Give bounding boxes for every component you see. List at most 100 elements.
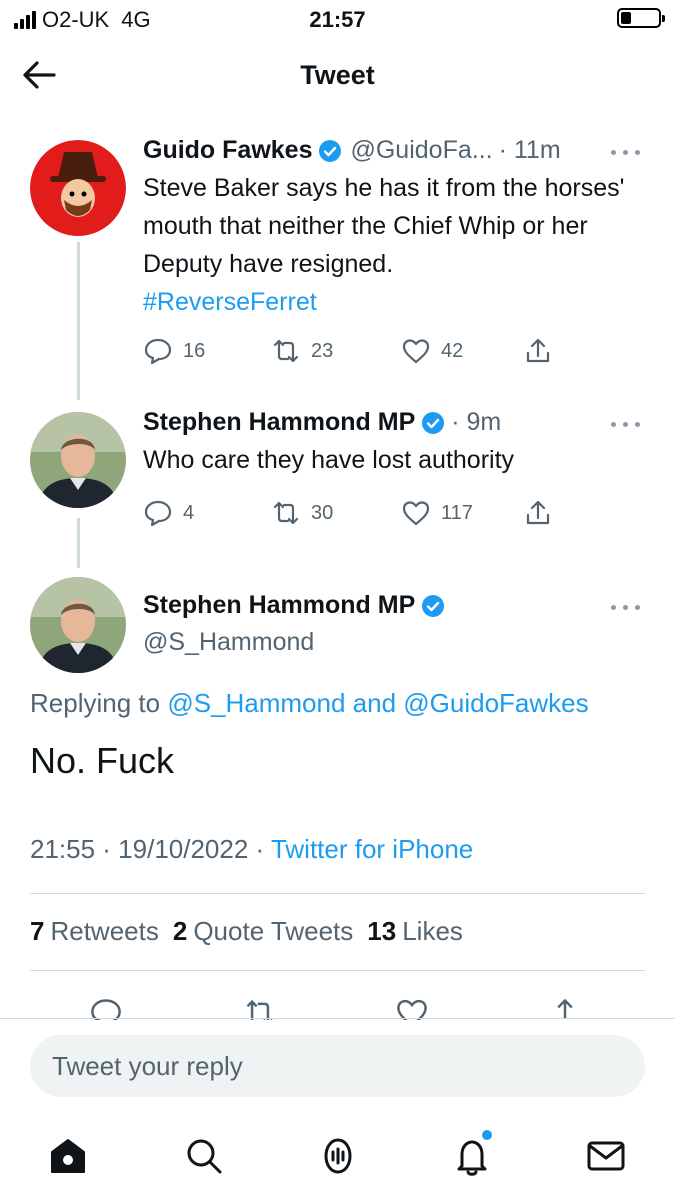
page-title: Tweet	[300, 60, 375, 90]
main-tweet: Stephen Hammond MP @S_Hammond	[0, 575, 675, 685]
quotes-label: Quote Tweets	[193, 916, 354, 946]
main-author: Stephen Hammond MP @S_Hammond	[143, 591, 635, 657]
avatar-photo	[30, 412, 126, 508]
reply-icon	[144, 338, 172, 365]
more-options-icon[interactable]	[611, 422, 641, 430]
home-icon	[51, 1139, 85, 1173]
reply-count: 4	[183, 501, 195, 524]
hashtag-link[interactable]: #ReverseFerret	[143, 283, 635, 321]
status-time: 21:57	[309, 7, 366, 32]
top-header: Tweet	[0, 50, 675, 102]
tweet-source-link[interactable]: Twitter for iPhone	[271, 834, 473, 864]
retweets-label: Retweets	[50, 916, 159, 946]
tweet-header: Stephen Hammond MP · 9m	[143, 408, 635, 437]
tweet-time: · 11m	[498, 136, 561, 164]
tab-messages[interactable]	[584, 1134, 628, 1178]
likes-stat[interactable]: 13 Likes	[367, 916, 463, 947]
author-handle[interactable]: @S_Hammond	[143, 628, 635, 657]
thread-line	[77, 242, 80, 400]
tab-home[interactable]	[46, 1134, 90, 1178]
retweet-button[interactable]: 30	[271, 498, 401, 528]
author-name[interactable]: Stephen Hammond MP	[143, 408, 415, 437]
share-icon	[526, 500, 550, 525]
likes-label: Likes	[402, 916, 463, 946]
thread-line	[77, 518, 80, 568]
engagement-stats: 7 Retweets 2 Quote Tweets 13 Likes	[30, 916, 463, 947]
heart-icon	[402, 339, 430, 364]
avatar-stephen-hammond[interactable]	[30, 412, 126, 508]
tweet-text: Who care they have lost authority	[143, 446, 515, 474]
main-tweet-text: No. Fuck	[30, 740, 175, 781]
author-handle[interactable]: @GuidoFa...	[350, 136, 492, 165]
mail-icon	[587, 1141, 625, 1171]
reply-button[interactable]: 4	[143, 498, 271, 528]
more-options-icon[interactable]	[611, 150, 641, 158]
replying-to: Replying to @S_Hammond and @GuidoFawkes	[30, 688, 589, 719]
divider	[30, 893, 645, 894]
battery-icon	[617, 8, 665, 28]
likes-count: 13	[367, 916, 397, 946]
avatar-stephen-hammond[interactable]	[30, 577, 126, 673]
main-author-header: Stephen Hammond MP	[143, 591, 635, 620]
verified-badge-icon	[319, 139, 342, 162]
tweet-meta: 21:55 · 19/10/2022 · Twitter for iPhone	[30, 834, 473, 865]
reply-count: 16	[183, 339, 206, 362]
reply-bar	[0, 1018, 675, 1118]
tweet-header: Guido Fawkes @GuidoFa... · 11m	[143, 136, 635, 165]
retweet-icon[interactable]	[243, 996, 277, 1020]
thread-tweet-2[interactable]: Stephen Hammond MP · 9m Who care they ha…	[0, 400, 675, 568]
share-icon	[526, 338, 550, 363]
tweet-time: · 9m	[451, 408, 502, 436]
quotes-count: 2	[172, 916, 188, 946]
more-options-icon[interactable]	[611, 605, 641, 613]
retweet-count: 23	[311, 339, 334, 362]
tweet-text-body: Steve Baker says he has it from the hors…	[143, 174, 625, 278]
notification-dot	[482, 1130, 492, 1140]
retweets-stat[interactable]: 7 Retweets	[30, 916, 159, 947]
retweet-count: 30	[311, 501, 334, 524]
tweet-body: Stephen Hammond MP · 9m Who care they ha…	[143, 408, 635, 479]
tweet-timestamp: 21:55 · 19/10/2022 ·	[30, 834, 265, 864]
status-bar: O2-UK 4G 21:57	[0, 0, 675, 38]
avatar-photo	[30, 577, 126, 673]
tab-notifications[interactable]	[450, 1130, 494, 1178]
verified-badge-icon	[422, 411, 445, 434]
share-button[interactable]	[523, 336, 553, 366]
verified-badge-icon	[422, 594, 445, 617]
divider	[30, 970, 645, 971]
avatar-guido-fawkes[interactable]	[30, 140, 126, 236]
tweet-actions: 16 23 42	[143, 336, 553, 366]
guido-logo-image	[30, 140, 126, 236]
quotes-stat[interactable]: 2 Quote Tweets	[173, 916, 353, 947]
like-button[interactable]: 117	[401, 498, 523, 528]
like-count: 117	[441, 501, 473, 524]
tweet-text: Steve Baker says he has it from the hors…	[143, 169, 635, 321]
reply-input[interactable]	[30, 1035, 645, 1097]
bell-icon	[457, 1140, 487, 1176]
tab-spaces[interactable]	[316, 1134, 360, 1178]
thread-tweet-1[interactable]: Guido Fawkes @GuidoFa... · 11m Steve Bak…	[0, 128, 675, 400]
share-button[interactable]	[523, 498, 553, 528]
reply-button[interactable]: 16	[143, 336, 271, 366]
author-name[interactable]: Stephen Hammond MP	[143, 591, 415, 620]
share-icon[interactable]	[548, 996, 582, 1020]
tab-search[interactable]	[182, 1134, 226, 1178]
replying-prefix: Replying to	[30, 688, 161, 718]
retweet-icon	[273, 339, 299, 363]
tweet-body: Guido Fawkes @GuidoFa... · 11m Steve Bak…	[143, 136, 635, 321]
tweet-actions: 4 30 117	[143, 498, 553, 528]
like-count: 42	[441, 339, 464, 362]
spaces-icon	[324, 1138, 352, 1174]
search-icon	[187, 1139, 222, 1174]
heart-icon	[402, 501, 430, 526]
bottom-tab-bar	[0, 1118, 675, 1200]
author-name[interactable]: Guido Fawkes	[143, 136, 312, 165]
reply-icon	[144, 500, 172, 527]
replying-mentions[interactable]: @S_Hammond and @GuidoFawkes	[167, 688, 588, 718]
retweet-icon	[273, 501, 299, 525]
like-button[interactable]: 42	[401, 336, 523, 366]
reply-icon[interactable]	[89, 996, 123, 1020]
retweet-button[interactable]: 23	[271, 336, 401, 366]
heart-icon[interactable]	[395, 996, 429, 1020]
main-tweet-actions	[0, 996, 675, 1020]
